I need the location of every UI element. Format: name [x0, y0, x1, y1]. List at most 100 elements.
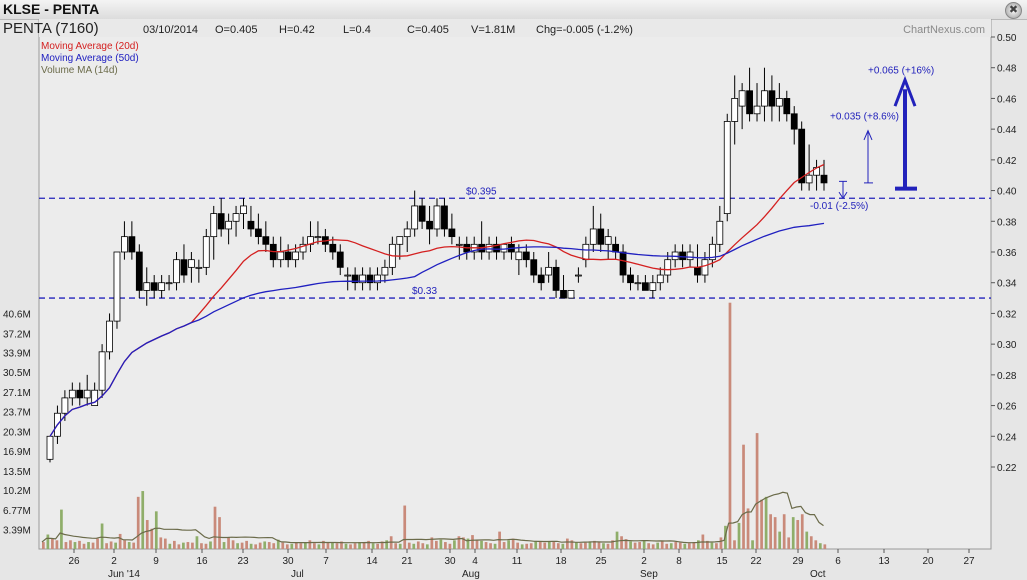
volume-bar [796, 520, 800, 549]
volume-bar [728, 302, 732, 549]
volume-bar [349, 544, 352, 549]
volume-bar [629, 541, 632, 549]
volume-bar [182, 542, 185, 549]
volume-bar [136, 496, 140, 549]
y-tick-label: 0.34 [997, 279, 1017, 290]
candle-body [731, 98, 739, 122]
volume-bar [579, 543, 583, 549]
candle-body [530, 259, 538, 276]
y-tick-label: 0.44 [997, 125, 1017, 136]
x-month-label: Jul [291, 569, 304, 580]
volume-bar [647, 543, 651, 549]
candle-body [329, 243, 337, 253]
candle-body [694, 266, 701, 276]
volume-bar [660, 541, 664, 549]
volume-bar [818, 543, 822, 549]
candle-body [411, 205, 419, 230]
volume-bar [674, 542, 678, 549]
volume-bar [371, 543, 375, 549]
volume-bar [51, 538, 54, 549]
candle-body [455, 243, 463, 246]
y-tick-label: 0.24 [997, 432, 1017, 443]
volume-bar [773, 517, 777, 549]
info-high: H=0.42 [279, 24, 315, 36]
candle-body [128, 236, 136, 253]
volume-bar [615, 531, 619, 549]
plot-area [38, 19, 992, 550]
volume-bar [227, 537, 230, 549]
volume-bar [42, 542, 45, 549]
volume-bar [439, 539, 443, 549]
candle-body [656, 274, 664, 284]
candle-body [210, 213, 218, 238]
x-tick-label: 20 [922, 556, 934, 567]
x-tick-label: 30 [444, 556, 456, 567]
candle-body [790, 113, 798, 130]
volume-bar [299, 543, 303, 549]
candle-body [537, 274, 545, 284]
candle-body [98, 351, 106, 391]
volume-bar [416, 541, 420, 549]
volume-bar [561, 543, 565, 549]
volume-bar [448, 543, 452, 549]
volume-bar [597, 542, 601, 549]
candle-body [582, 243, 590, 261]
volume-bar [534, 540, 538, 549]
x-tick-label: 6 [835, 556, 841, 567]
volume-tick-label: 27.1M [3, 388, 31, 399]
candle-body [664, 259, 672, 276]
volume-bar [760, 499, 763, 549]
candle-body [775, 98, 783, 107]
volume-bar [733, 540, 736, 549]
candle-body [403, 228, 411, 238]
volume-bar [304, 542, 307, 549]
candle-body [627, 274, 634, 284]
volume-bar [46, 534, 50, 549]
big-up-label: +0.065 (+16%) [868, 65, 934, 76]
volume-bar [823, 544, 827, 549]
close-icon[interactable]: ✖ [1005, 2, 1022, 19]
y-tick-label: 0.30 [997, 340, 1017, 351]
candle-body [723, 121, 731, 215]
x-tick-label: 29 [792, 556, 804, 567]
volume-bar [525, 543, 529, 549]
volume-bar [809, 536, 813, 549]
volume-bar [480, 540, 483, 549]
volume-tick-label: 16.9M [3, 447, 31, 458]
candle-body [448, 228, 456, 238]
volume-bar [656, 542, 660, 549]
candle-body [83, 389, 91, 399]
volume-bar [435, 540, 438, 549]
volume-bar [511, 538, 515, 549]
y-tick-label: 0.26 [997, 402, 1017, 413]
info-volume: V=1.81M [471, 24, 515, 36]
volume-bar [769, 514, 772, 549]
x-tick-label: 7 [323, 556, 329, 567]
candle-body [612, 243, 620, 253]
volume-bar [353, 543, 357, 549]
volume-bar [529, 543, 533, 549]
volume-bar [665, 543, 669, 549]
candle-body [716, 220, 724, 245]
candle-body [336, 251, 344, 268]
info-name: PENTA (7160) [3, 20, 99, 37]
support-label: $0.33 [412, 286, 437, 297]
candle-body [76, 389, 84, 399]
volume-bar [258, 542, 262, 549]
down-label: -0.01 (-2.5%) [810, 201, 868, 212]
volume-bar [547, 541, 551, 549]
volume-bar [376, 543, 379, 549]
volume-bar [78, 540, 81, 549]
candle-body [560, 289, 567, 299]
volume-bar [249, 543, 253, 549]
candle-body [686, 251, 694, 261]
title-bar: KLSE - PENTA ✖ [0, 0, 1027, 20]
volume-bar [394, 543, 398, 549]
candle-body [173, 259, 180, 284]
volume-bar [489, 543, 492, 549]
candle-body [217, 213, 225, 230]
x-tick-label: 15 [716, 556, 728, 567]
candle-body [202, 236, 210, 268]
y-tick-label: 0.36 [997, 248, 1017, 259]
volume-bar [412, 543, 416, 549]
